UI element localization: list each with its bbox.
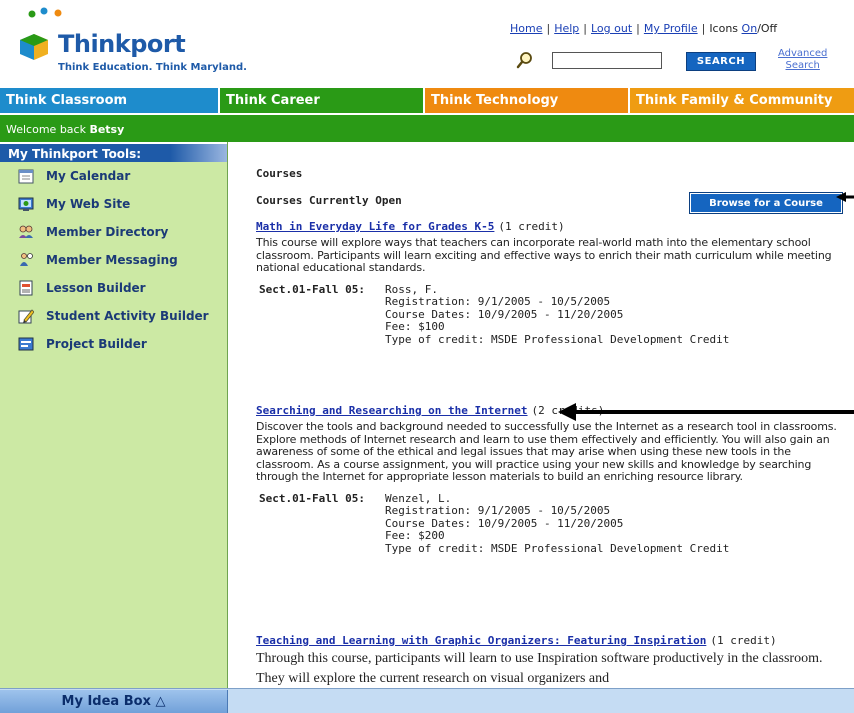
sidebar-item-label: Lesson Builder	[46, 281, 146, 295]
search-button[interactable]: SEARCH	[686, 52, 756, 71]
lesson-icon	[19, 280, 33, 296]
course-title-link[interactable]: Math in Everyday Life for Grades K-5	[256, 220, 494, 233]
logout-link[interactable]: Log out	[591, 22, 632, 35]
website-icon	[18, 197, 34, 211]
registration-dates: Registration: 9/1/2005 - 10/5/2005	[385, 504, 611, 517]
course-fee: Fee: $200	[385, 529, 445, 542]
thinkport-logo[interactable]: Thinkport Think Education. Think Marylan…	[18, 6, 258, 82]
welcome-bar: Welcome back Betsy	[0, 113, 854, 142]
credit-type: Type of credit: MSDE Professional Develo…	[385, 541, 730, 555]
sidebar-item-my-web-site[interactable]: My Web Site	[0, 190, 227, 218]
credit-type: Type of credit: MSDE Professional Develo…	[385, 332, 730, 346]
separator: |	[636, 22, 640, 35]
course-item: Searching and Researching on the Interne…	[256, 404, 846, 555]
search-area: SEARCH Advanced Search	[510, 48, 850, 78]
annotation-arrow-icon	[836, 192, 854, 202]
separator: |	[546, 22, 551, 35]
icons-label: Icons	[709, 22, 739, 35]
registration-dates: Registration: 9/1/2005 - 10/5/2005	[385, 295, 611, 308]
sidebar-item-member-messaging[interactable]: Member Messaging	[0, 246, 227, 274]
icons-on-link[interactable]: On	[742, 22, 758, 35]
section-details: Ross, F. Registration: 9/1/2005 - 10/5/2…	[385, 283, 730, 347]
messaging-icon	[20, 253, 33, 266]
tab-think-classroom[interactable]: Think Classroom	[0, 88, 220, 113]
search-icon[interactable]	[515, 50, 535, 70]
course-credit: (1 credit)	[710, 634, 777, 647]
sidebar-item-label: My Web Site	[46, 197, 131, 211]
logo-mark-icon	[20, 34, 48, 60]
top-links: Home | Help | Log out | My Profile | Icons On/Of…	[510, 22, 777, 35]
sidebar-item-member-directory[interactable]: Member Directory	[0, 218, 227, 246]
logo-tagline: Think Education. Think Maryland.	[58, 62, 247, 73]
directory-icon	[19, 225, 33, 238]
home-link[interactable]: Home	[510, 22, 542, 35]
help-link[interactable]: Help	[554, 22, 579, 35]
separator: |	[583, 22, 587, 35]
course-credit: (1 credit)	[498, 220, 565, 233]
main-nav-tabs: Think Classroom Think Career Think Techn…	[0, 88, 854, 113]
section-label: Sect.01-Fall 05:	[259, 491, 365, 505]
icons-off-link[interactable]: /Off	[757, 22, 777, 35]
my-idea-box-button[interactable]: My Idea Box △	[0, 690, 228, 713]
course-description: Through this course, participants will l…	[256, 651, 823, 686]
sidebar-item-label: Project Builder	[46, 337, 147, 351]
course-fee: Fee: $100	[385, 320, 445, 333]
section-details: Wenzel, L. Registration: 9/1/2005 - 10/5…	[385, 492, 730, 556]
tab-think-career[interactable]: Think Career	[220, 88, 425, 113]
annotation-arrow-icon	[558, 403, 854, 421]
course-section: Sect.01-Fall 05: Wenzel, L. Registration…	[259, 491, 846, 556]
logo-name: Thinkport	[58, 30, 186, 58]
advanced-search-link[interactable]: Advanced Search	[778, 48, 827, 72]
course-description: This course will explore ways that teach…	[256, 236, 832, 274]
sidebar: My Thinkport Tools: My Calendar My Web S…	[0, 142, 228, 688]
course-description: Discover the tools and background needed…	[256, 420, 837, 483]
sidebar-item-my-calendar[interactable]: My Calendar	[0, 162, 227, 190]
bottom-bar: My Idea Box △	[0, 688, 854, 713]
course-section: Sect.01-Fall 05: Ross, F. Registration: …	[259, 282, 846, 347]
sidebar-header: My Thinkport Tools:	[0, 142, 227, 162]
calendar-icon	[18, 169, 34, 184]
page-title: Courses	[256, 167, 303, 180]
tab-think-technology[interactable]: Think Technology	[425, 88, 630, 113]
welcome-user-name: Betsy	[89, 123, 125, 136]
separator: |	[701, 22, 706, 35]
course-title-link[interactable]: Searching and Researching on the Interne…	[256, 404, 528, 417]
course-item: Teaching and Learning with Graphic Organ…	[256, 634, 846, 688]
sidebar-item-lesson-builder[interactable]: Lesson Builder	[0, 274, 227, 302]
welcome-prefix: Welcome back	[6, 123, 90, 136]
course-item: Math in Everyday Life for Grades K-5 (1 c…	[256, 220, 846, 346]
advanced-search-line2: Search	[785, 60, 820, 71]
sidebar-item-label: My Calendar	[46, 169, 131, 183]
project-icon	[18, 337, 34, 351]
my-profile-link[interactable]: My Profile	[644, 22, 698, 35]
advanced-search-line1: Advanced	[778, 48, 828, 59]
sidebar-item-project-builder[interactable]: Project Builder	[0, 330, 227, 358]
section-label: Sect.01-Fall 05:	[259, 282, 365, 296]
sidebar-item-label: Student Activity Builder	[46, 309, 209, 323]
section-title: Courses Currently Open	[256, 194, 402, 207]
sidebar-item-label: Member Directory	[46, 225, 169, 239]
search-input[interactable]	[552, 52, 662, 69]
tab-think-family-community[interactable]: Think Family & Community	[630, 88, 854, 113]
sidebar-item-label: Member Messaging	[46, 253, 178, 267]
pencil-icon	[18, 309, 34, 324]
sidebar-item-student-activity-builder[interactable]: Student Activity Builder	[0, 302, 227, 330]
header: Thinkport Think Education. Think Marylan…	[0, 0, 854, 86]
browse-course-button[interactable]: Browse for a Course	[689, 192, 843, 214]
course-title-link[interactable]: Teaching and Learning with Graphic Organ…	[256, 634, 706, 647]
logo-dots-icon	[28, 7, 62, 18]
